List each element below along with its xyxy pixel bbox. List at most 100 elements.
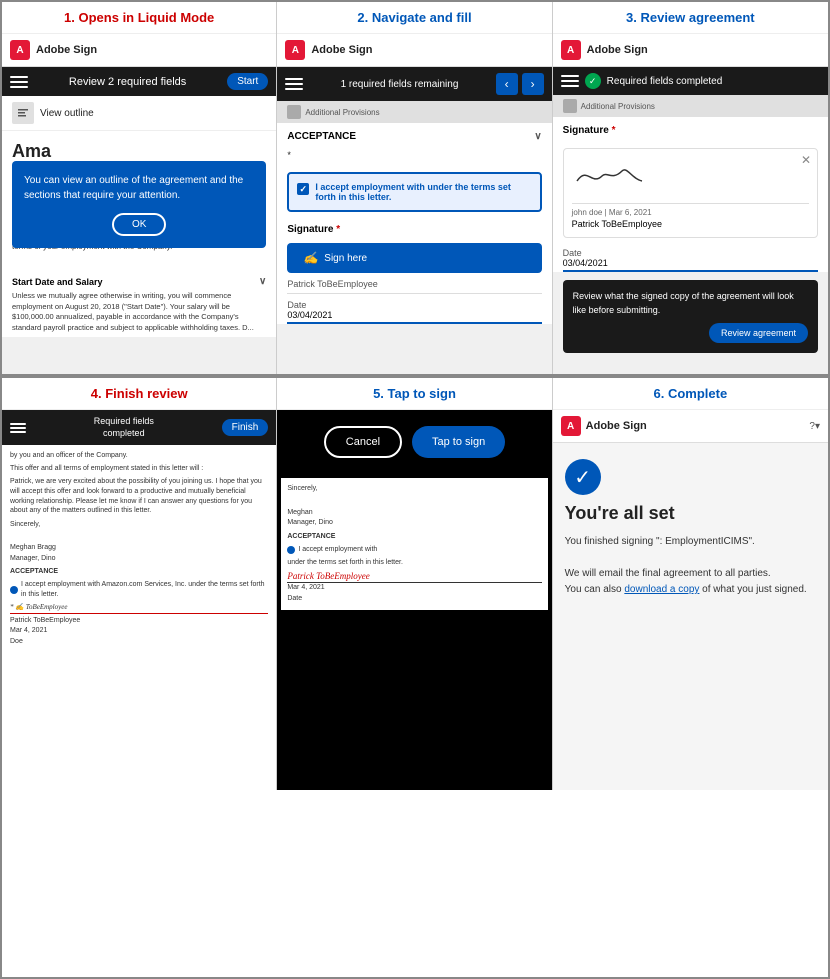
cancel-button-5[interactable]: Cancel (324, 426, 402, 458)
completed-text-3: Required fields completed (607, 76, 723, 87)
section-body-1: Unless we mutually agree otherwise in wr… (12, 291, 266, 333)
p6-logo-area: A Adobe Sign (561, 416, 647, 436)
chevron-icon-1: ∨ (259, 276, 266, 287)
review-info-text-3: Review what the signed copy of the agree… (573, 290, 808, 317)
adobe-header-1: A Adobe Sign (2, 34, 276, 67)
toolbar-text-2: 1 required fields remaining (341, 79, 459, 90)
checkbox-icon-4 (10, 586, 18, 594)
dark-toolbar-1: Review 2 required fields Start (2, 67, 276, 96)
panel-1: 1. Opens in Liquid Mode A Adobe Sign Rev… (2, 2, 277, 374)
youre-set-title-6: You're all set (565, 503, 816, 524)
nav-prev-btn[interactable]: ‹ (496, 73, 518, 95)
checkbox-checked-2: ✓ (297, 183, 309, 195)
adobe-header-2: A Adobe Sign (277, 34, 551, 67)
signature-box-3: ✕ john doe | Mar 6, 2021 Patrick ToBeEmp… (563, 148, 818, 238)
doc-body-3: Signature * ✕ john doe | (553, 117, 828, 272)
panel-4: 4. Finish review Required fields complet… (2, 378, 277, 790)
view-outline-label: View outline (40, 108, 94, 119)
panel-4-content: Required fields completed Finish by you … (2, 410, 276, 790)
help-icon-6[interactable]: ?▾ (809, 421, 820, 432)
hamburger-icon-2[interactable] (285, 78, 303, 90)
panel-1-title: 1. Opens in Liquid Mode (2, 2, 276, 34)
p4-center-text: Required fields completed (94, 416, 154, 439)
date-label-2: Date (277, 298, 551, 310)
sign-icon-2: ✍ (303, 251, 318, 265)
start-button-1[interactable]: Start (227, 73, 268, 90)
download-link-6[interactable]: download a copy (624, 584, 699, 595)
sig-meta-3: john doe | Mar 6, 2021 (572, 203, 809, 217)
tap-to-sign-button[interactable]: Tap to sign (412, 426, 505, 458)
top-row: 1. Opens in Liquid Mode A Adobe Sign Rev… (2, 2, 828, 376)
adobe-sign-label-3: Adobe Sign (587, 44, 648, 56)
check-big-6: ✓ (565, 459, 601, 495)
acceptance-asterisk-2: * (277, 146, 551, 168)
sig-signer-3: Patrick ToBeEmployee (572, 219, 809, 229)
outline-icon (12, 102, 34, 124)
sig-image-3 (572, 157, 809, 199)
required-star-2: * (336, 224, 340, 235)
panel-5-title: 5. Tap to sign (277, 378, 551, 410)
signer-name-label-2: Patrick ToBeEmployee (277, 277, 551, 289)
check-circle-3: ✓ (585, 73, 601, 89)
hamburger-icon-1[interactable] (10, 76, 28, 88)
panel-4-title: 4. Finish review (2, 378, 276, 410)
section-label-3: Additional Provisions (581, 102, 655, 111)
acceptance-header-2: ACCEPTANCE ∨ (277, 123, 551, 146)
tap-buttons-area: Cancel Tap to sign (277, 410, 551, 474)
sig-line-4: * ✍ ToBeEmployee (10, 603, 268, 614)
completed-bar-3: ✓ Required fields completed (553, 67, 828, 95)
doc-icon-2 (287, 105, 301, 119)
panel-1-content: A Adobe Sign Review 2 required fields St… (2, 34, 276, 374)
signature-label-3: Signature * (553, 117, 828, 140)
nav-next-btn[interactable]: › (522, 73, 544, 95)
panel-6-content: A Adobe Sign ?▾ ✓ You're all set You fin… (553, 410, 828, 790)
close-icon-3[interactable]: ✕ (801, 153, 811, 167)
finish-button-4[interactable]: Finish (222, 419, 269, 436)
adobe-logo-6: A (561, 416, 581, 436)
signature-label-2: Signature * (277, 216, 551, 239)
section-bar-3: Additional Provisions (553, 95, 828, 117)
panel-3-title: 3. Review agreement (553, 2, 828, 34)
date-value-3: 03/04/2021 (563, 258, 818, 272)
date-label-3: Date (553, 246, 828, 258)
p4-toolbar: Required fields completed Finish (2, 410, 276, 445)
hamburger-icon-4[interactable] (10, 423, 26, 433)
sign-here-button-2[interactable]: ✍ Sign here (287, 243, 541, 273)
bottom-row: 4. Finish review Required fields complet… (2, 376, 828, 790)
chevron-icon-2: ∨ (534, 131, 541, 142)
hamburger-icon-3[interactable] (561, 75, 579, 87)
youre-set-text-6: You finished signing ": EmploymentICIMS"… (565, 534, 816, 598)
info-dialog-1: You can view an outline of the agreement… (12, 161, 266, 248)
sig-line-5: Patrick ToBeEmployee (287, 570, 541, 584)
doc-icon-3 (563, 99, 577, 113)
adobe-header-3: A Adobe Sign (553, 34, 828, 67)
main-container: 1. Opens in Liquid Mode A Adobe Sign Rev… (2, 2, 828, 790)
checkbox-row-2[interactable]: ✓ I accept employment with under the ter… (287, 172, 541, 212)
ok-button-1[interactable]: OK (112, 213, 166, 236)
panel-6: 6. Complete A Adobe Sign ?▾ ✓ You're all… (553, 378, 828, 790)
section-area-1: Start Date and Salary ∨ Unless we mutual… (2, 266, 276, 337)
p4-doc-content: by you and an officer of the Company. Th… (2, 445, 276, 653)
panel-5: 5. Tap to sign Cancel Tap to sign Sincer… (277, 378, 552, 790)
dialog-text-1: You can view an outline of the agreement… (24, 173, 254, 203)
nav-arrows-2: ‹ › (496, 73, 544, 95)
section-bar-2: Additional Provisions (277, 101, 551, 123)
adobe-logo-1: A (10, 40, 30, 60)
adobe-sign-label-2: Adobe Sign (311, 44, 372, 56)
panel-3: 3. Review agreement A Adobe Sign ✓ Requi… (553, 2, 828, 374)
view-outline-row[interactable]: View outline (2, 96, 276, 131)
doc-body-2: ACCEPTANCE ∨ * ✓ I accept employment wit… (277, 123, 551, 324)
youre-set-area: ✓ You're all set You finished signing ":… (553, 443, 828, 614)
adobe-logo-2: A (285, 40, 305, 60)
panel-6-title: 6. Complete (553, 378, 828, 410)
review-agreement-button[interactable]: Review agreement (709, 323, 808, 343)
p6-header: A Adobe Sign ?▾ (553, 410, 828, 443)
required-star-3: * (612, 125, 616, 136)
adobe-logo-3: A (561, 40, 581, 60)
section-label-2: Additional Provisions (305, 108, 379, 117)
date-value-2: 03/04/2021 (287, 310, 541, 324)
doc-content-1: Ama 7/27/ Patrick Towns Dear P On beh "C… (2, 131, 276, 266)
panel-5-content: Cancel Tap to sign Sincerely, Meghan Man… (277, 410, 551, 790)
checkbox-icon-5 (287, 546, 295, 554)
checkbox-text-2: I accept employment with under the terms… (315, 182, 531, 202)
